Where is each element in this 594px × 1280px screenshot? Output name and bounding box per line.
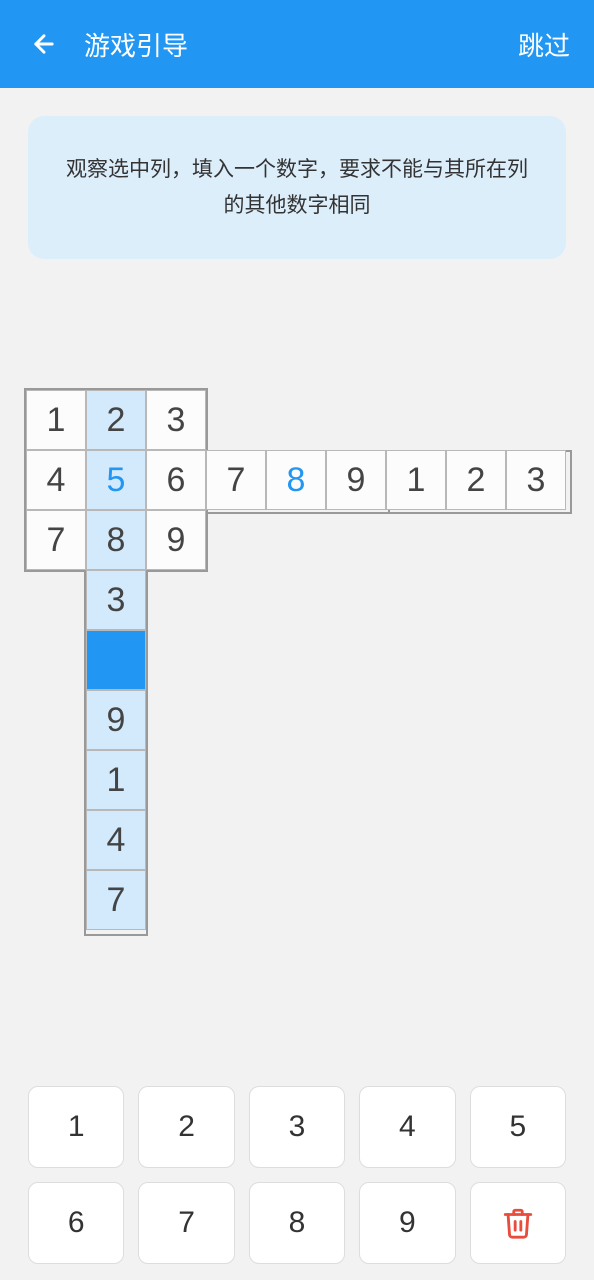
grid-cell[interactable]: 3 [86, 570, 146, 630]
grid-cell[interactable]: 3 [146, 390, 206, 450]
keypad-5[interactable]: 5 [470, 1086, 566, 1168]
grid-cell[interactable]: 7 [86, 870, 146, 930]
keypad-4[interactable]: 4 [359, 1086, 455, 1168]
grid-cell[interactable]: 4 [86, 810, 146, 870]
number-keypad: 12345 6789 [28, 1086, 566, 1264]
keypad-9[interactable]: 9 [359, 1182, 455, 1264]
hint-text: 观察选中列，填入一个数字，要求不能与其所在列的其他数字相同 [28, 116, 566, 259]
arrow-left-icon [30, 30, 58, 58]
trash-icon [501, 1206, 535, 1240]
keypad-6[interactable]: 6 [28, 1182, 124, 1264]
grid-cell[interactable]: 9 [326, 450, 386, 510]
keypad-delete[interactable] [470, 1182, 566, 1264]
grid-cell[interactable]: 3 [506, 450, 566, 510]
grid-cell[interactable]: 8 [266, 450, 326, 510]
grid-cell[interactable]: 2 [86, 390, 146, 450]
grid-cell[interactable]: 7 [26, 510, 86, 570]
grid-cell[interactable] [86, 630, 146, 690]
grid-cell[interactable]: 9 [146, 510, 206, 570]
grid-cell[interactable]: 9 [86, 690, 146, 750]
skip-button[interactable]: 跳过 [518, 26, 570, 63]
page-title: 游戏引导 [84, 26, 518, 63]
keypad-7[interactable]: 7 [138, 1182, 234, 1264]
grid-cell[interactable]: 1 [386, 450, 446, 510]
grid-cell[interactable]: 8 [86, 510, 146, 570]
grid-cell[interactable]: 7 [206, 450, 266, 510]
grid-cell[interactable]: 1 [26, 390, 86, 450]
keypad-8[interactable]: 8 [249, 1182, 345, 1264]
back-button[interactable] [24, 24, 64, 64]
grid-cell[interactable]: 2 [446, 450, 506, 510]
keypad-3[interactable]: 3 [249, 1086, 345, 1168]
grid-cell[interactable]: 5 [86, 450, 146, 510]
keypad-2[interactable]: 2 [138, 1086, 234, 1168]
grid-cell[interactable]: 1 [86, 750, 146, 810]
keypad-1[interactable]: 1 [28, 1086, 124, 1168]
grid-cell[interactable]: 6 [146, 450, 206, 510]
grid-cell[interactable]: 4 [26, 450, 86, 510]
